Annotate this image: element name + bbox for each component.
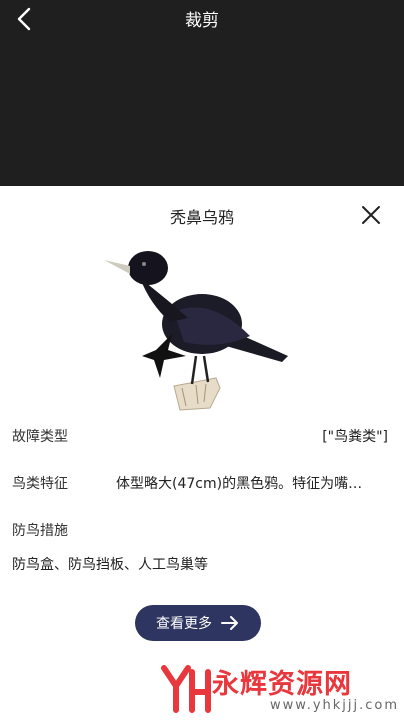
watermark: 永辉资源网 www.yhkjjj.com xyxy=(160,660,400,718)
bird-name-title: 秃鼻乌鸦 xyxy=(169,208,234,227)
prevention-measures-value: 防鸟盒、防鸟挡板、人工鸟巢等 xyxy=(12,557,208,573)
arrow-right-icon xyxy=(221,616,238,630)
bird-features-label: 鸟类特征 xyxy=(12,476,68,492)
close-button[interactable] xyxy=(360,204,382,226)
fault-type-label: 故障类型 xyxy=(12,429,68,445)
bird-features-value: 体型略大(47cm)的黑色鸦。特征为嘴… xyxy=(116,476,363,492)
close-icon xyxy=(362,206,380,224)
crop-header: 裁剪 xyxy=(0,0,404,186)
bird-info-sheet: 秃鼻乌鸦 故障类型 ["鸟粪类"] 鸟类特征 体型略大(47cm)的黑色鸦。特征… xyxy=(0,186,404,720)
view-more-label: 查看更多 xyxy=(156,616,212,632)
fault-type-value: ["鸟粪类"] xyxy=(322,429,388,445)
watermark-text: 永辉资源网 xyxy=(212,669,352,700)
prevention-measures-label: 防鸟措施 xyxy=(12,523,68,539)
bird-illustration xyxy=(104,251,288,411)
page-title: 裁剪 xyxy=(185,11,219,31)
watermark-url: www.yhkjjj.com xyxy=(270,698,400,713)
watermark-logo xyxy=(161,665,211,713)
view-more-button[interactable]: 查看更多 xyxy=(135,605,261,641)
